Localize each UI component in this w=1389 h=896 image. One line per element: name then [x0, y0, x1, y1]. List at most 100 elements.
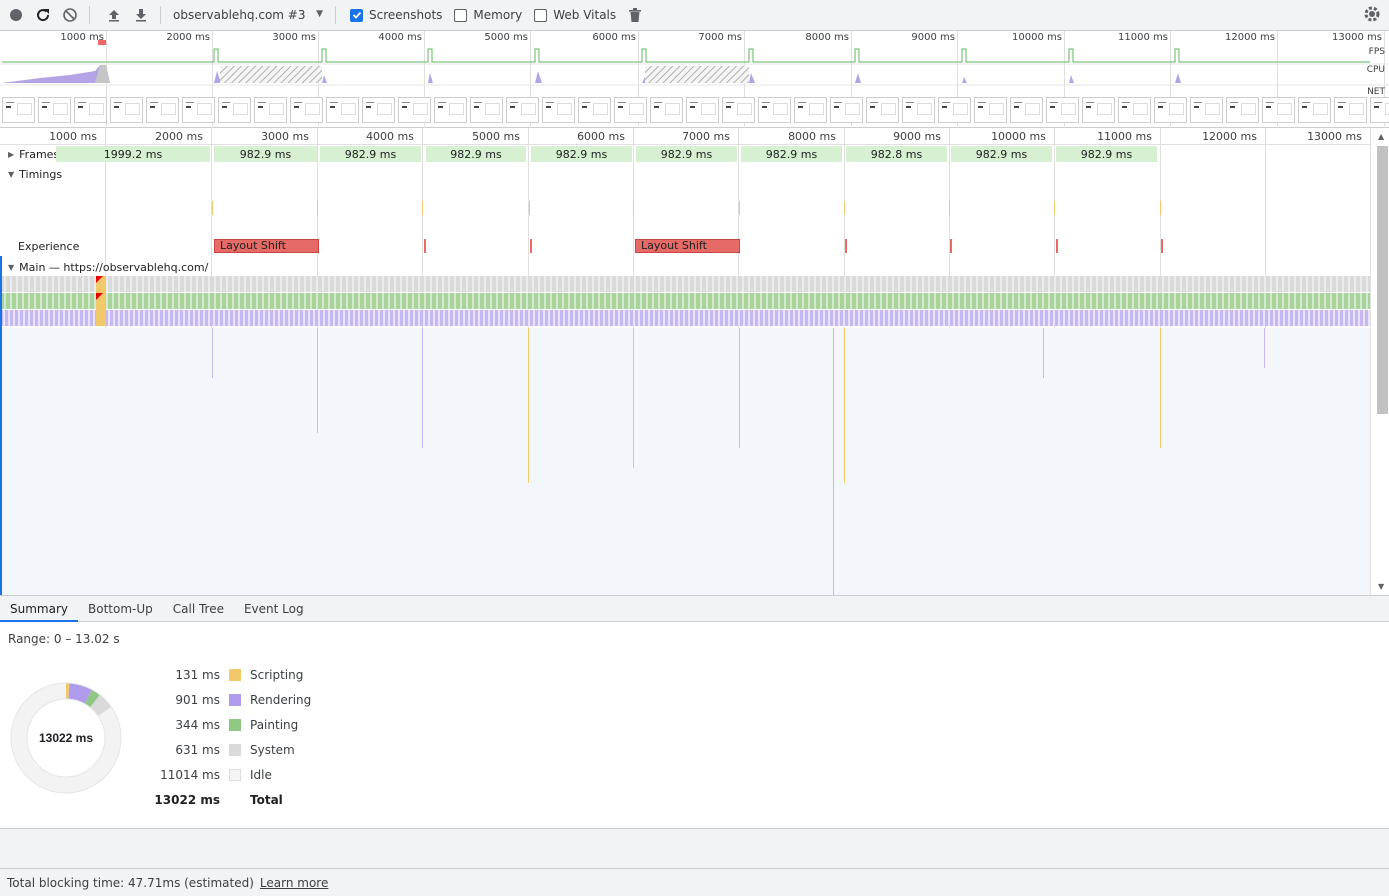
legend-value: 131 ms	[175, 668, 220, 682]
expand-arrow-icon[interactable]: ▶	[8, 150, 14, 159]
frame-block[interactable]: 982.9 ms	[531, 146, 632, 162]
legend-total-label: Total	[250, 793, 283, 807]
main-task-marker[interactable]	[422, 328, 423, 448]
gear-icon[interactable]	[1363, 5, 1381, 26]
timings-track-label[interactable]: ▼ Timings	[8, 166, 62, 182]
legend-label: Idle	[250, 768, 272, 782]
tab-summary[interactable]: Summary	[0, 596, 78, 622]
screenshot-thumbnail	[290, 97, 323, 123]
layout-shift-block[interactable]: Layout Shift	[214, 239, 319, 253]
tab-call-tree[interactable]: Call Tree	[163, 596, 234, 622]
main-task-marker[interactable]	[1160, 328, 1161, 448]
frames-track-label[interactable]: ▶ Frames	[8, 146, 59, 162]
main-task-marker[interactable]	[1264, 328, 1265, 368]
scroll-down-icon[interactable]: ▼	[1378, 582, 1384, 591]
web-vitals-label: Web Vitals	[553, 8, 617, 22]
reload-icon[interactable]	[32, 4, 54, 26]
legend-row-rendering: 901 ms Rendering	[150, 691, 311, 709]
timeline-overview[interactable]: 1000 ms 2000 ms 3000 ms 4000 ms 5000 ms 6000 …	[0, 31, 1389, 128]
frame-block[interactable]: 1999.2 ms	[56, 146, 210, 162]
flame-scrollbar[interactable]: ▲ ▼	[1374, 128, 1389, 595]
flame-tick-label: 11000 ms	[1097, 130, 1152, 143]
main-task-marker[interactable]	[1043, 328, 1044, 378]
timing-marker[interactable]	[739, 201, 740, 215]
layout-shift-marker[interactable]	[424, 239, 426, 253]
timing-marker[interactable]	[422, 201, 423, 215]
screenshot-thumbnail	[1082, 97, 1115, 123]
upload-icon[interactable]	[103, 4, 125, 26]
main-thread-label: Main — https://observablehq.com/	[19, 260, 209, 274]
toolbar-divider	[160, 6, 161, 24]
main-task-marker[interactable]	[317, 328, 318, 433]
frame-block[interactable]: 982.9 ms	[320, 146, 421, 162]
frame-block[interactable]: 982.9 ms	[426, 146, 526, 162]
timing-marker[interactable]	[529, 201, 530, 215]
trash-icon[interactable]	[624, 4, 646, 26]
web-vitals-checkbox[interactable]: Web Vitals	[534, 8, 616, 22]
layout-shift-marker[interactable]	[530, 239, 532, 253]
memory-checkbox[interactable]: Memory	[454, 8, 522, 22]
learn-more-link[interactable]: Learn more	[260, 876, 328, 890]
record-icon[interactable]	[5, 4, 27, 26]
layout-shift-marker[interactable]	[1056, 239, 1058, 253]
main-task-marker[interactable]	[844, 328, 845, 483]
clear-icon[interactable]	[59, 4, 81, 26]
timing-marker[interactable]	[317, 201, 318, 215]
main-task-marker[interactable]	[633, 328, 634, 468]
screenshot-thumbnail	[362, 97, 395, 123]
profile-select[interactable]: observablehq.com #3 ▼	[169, 4, 327, 26]
flame-chart[interactable]: 1000 ms 2000 ms 3000 ms 4000 ms 5000 ms 6000 …	[0, 128, 1389, 595]
frame-block[interactable]: 982.9 ms	[951, 146, 1052, 162]
flame-tick-label: 3000 ms	[261, 130, 309, 143]
frame-block[interactable]: 982.8 ms	[846, 146, 947, 162]
screenshot-thumbnail	[182, 97, 215, 123]
layout-shift-label: Layout Shift	[641, 239, 707, 252]
main-track-label[interactable]: ▼ Main — https://observablehq.com/	[8, 259, 208, 275]
layout-shift-block[interactable]: Layout Shift	[635, 239, 740, 253]
tab-bottom-up[interactable]: Bottom-Up	[78, 596, 163, 622]
flame-tick-label: 6000 ms	[577, 130, 625, 143]
legend-value: 11014 ms	[160, 768, 220, 782]
collapse-arrow-icon[interactable]: ▼	[8, 170, 14, 179]
main-task-marker[interactable]	[739, 328, 740, 448]
timing-marker[interactable]	[1160, 201, 1161, 215]
screenshots-label: Screenshots	[369, 8, 443, 22]
layout-shift-marker[interactable]	[1161, 239, 1163, 253]
flame-tick-label: 1000 ms	[49, 130, 97, 143]
screenshots-checkbox[interactable]: Screenshots	[350, 8, 442, 22]
frame-block[interactable]: 982.9 ms	[741, 146, 842, 162]
scroll-up-icon[interactable]: ▲	[1378, 132, 1384, 141]
frame-block[interactable]: 982.9 ms	[214, 146, 317, 162]
legend-row-idle: 11014 ms Idle	[150, 766, 272, 784]
screenshot-thumbnail	[722, 97, 755, 123]
layout-shift-marker[interactable]	[950, 239, 952, 253]
checkbox-unchecked-icon[interactable]	[454, 8, 468, 22]
frame-block[interactable]: 982.9 ms	[1056, 146, 1157, 162]
screenshot-thumbnail	[542, 97, 575, 123]
checkbox-checked-icon[interactable]	[350, 8, 363, 22]
frames-label: Frames	[19, 147, 60, 161]
layout-shift-marker[interactable]	[845, 239, 847, 253]
main-task-marker[interactable]	[528, 328, 529, 483]
timing-marker[interactable]	[844, 201, 845, 215]
main-task-marker[interactable]	[833, 328, 834, 595]
timing-marker[interactable]	[949, 201, 950, 215]
timing-marker[interactable]	[212, 201, 213, 215]
checkbox-unchecked-icon[interactable]	[534, 8, 548, 22]
download-icon[interactable]	[130, 4, 152, 26]
tab-event-log[interactable]: Event Log	[234, 596, 314, 622]
frame-block[interactable]: 982.9 ms	[636, 146, 737, 162]
scrollbar-thumb[interactable]	[1377, 146, 1388, 414]
legend-swatch	[229, 769, 241, 781]
timing-marker[interactable]	[1054, 201, 1055, 215]
flame-tick-label: 13000 ms	[1307, 130, 1362, 143]
screenshot-thumbnail	[254, 97, 287, 123]
screenshot-strip	[0, 97, 1389, 125]
screenshot-thumbnail	[1370, 97, 1389, 123]
legend-value: 901 ms	[175, 693, 220, 707]
timing-marker[interactable]	[633, 201, 634, 215]
main-task-marker[interactable]	[212, 328, 213, 378]
flame-gridline	[1370, 128, 1371, 595]
collapse-arrow-icon[interactable]: ▼	[8, 263, 14, 272]
main-thread-tasks[interactable]	[0, 276, 1370, 328]
